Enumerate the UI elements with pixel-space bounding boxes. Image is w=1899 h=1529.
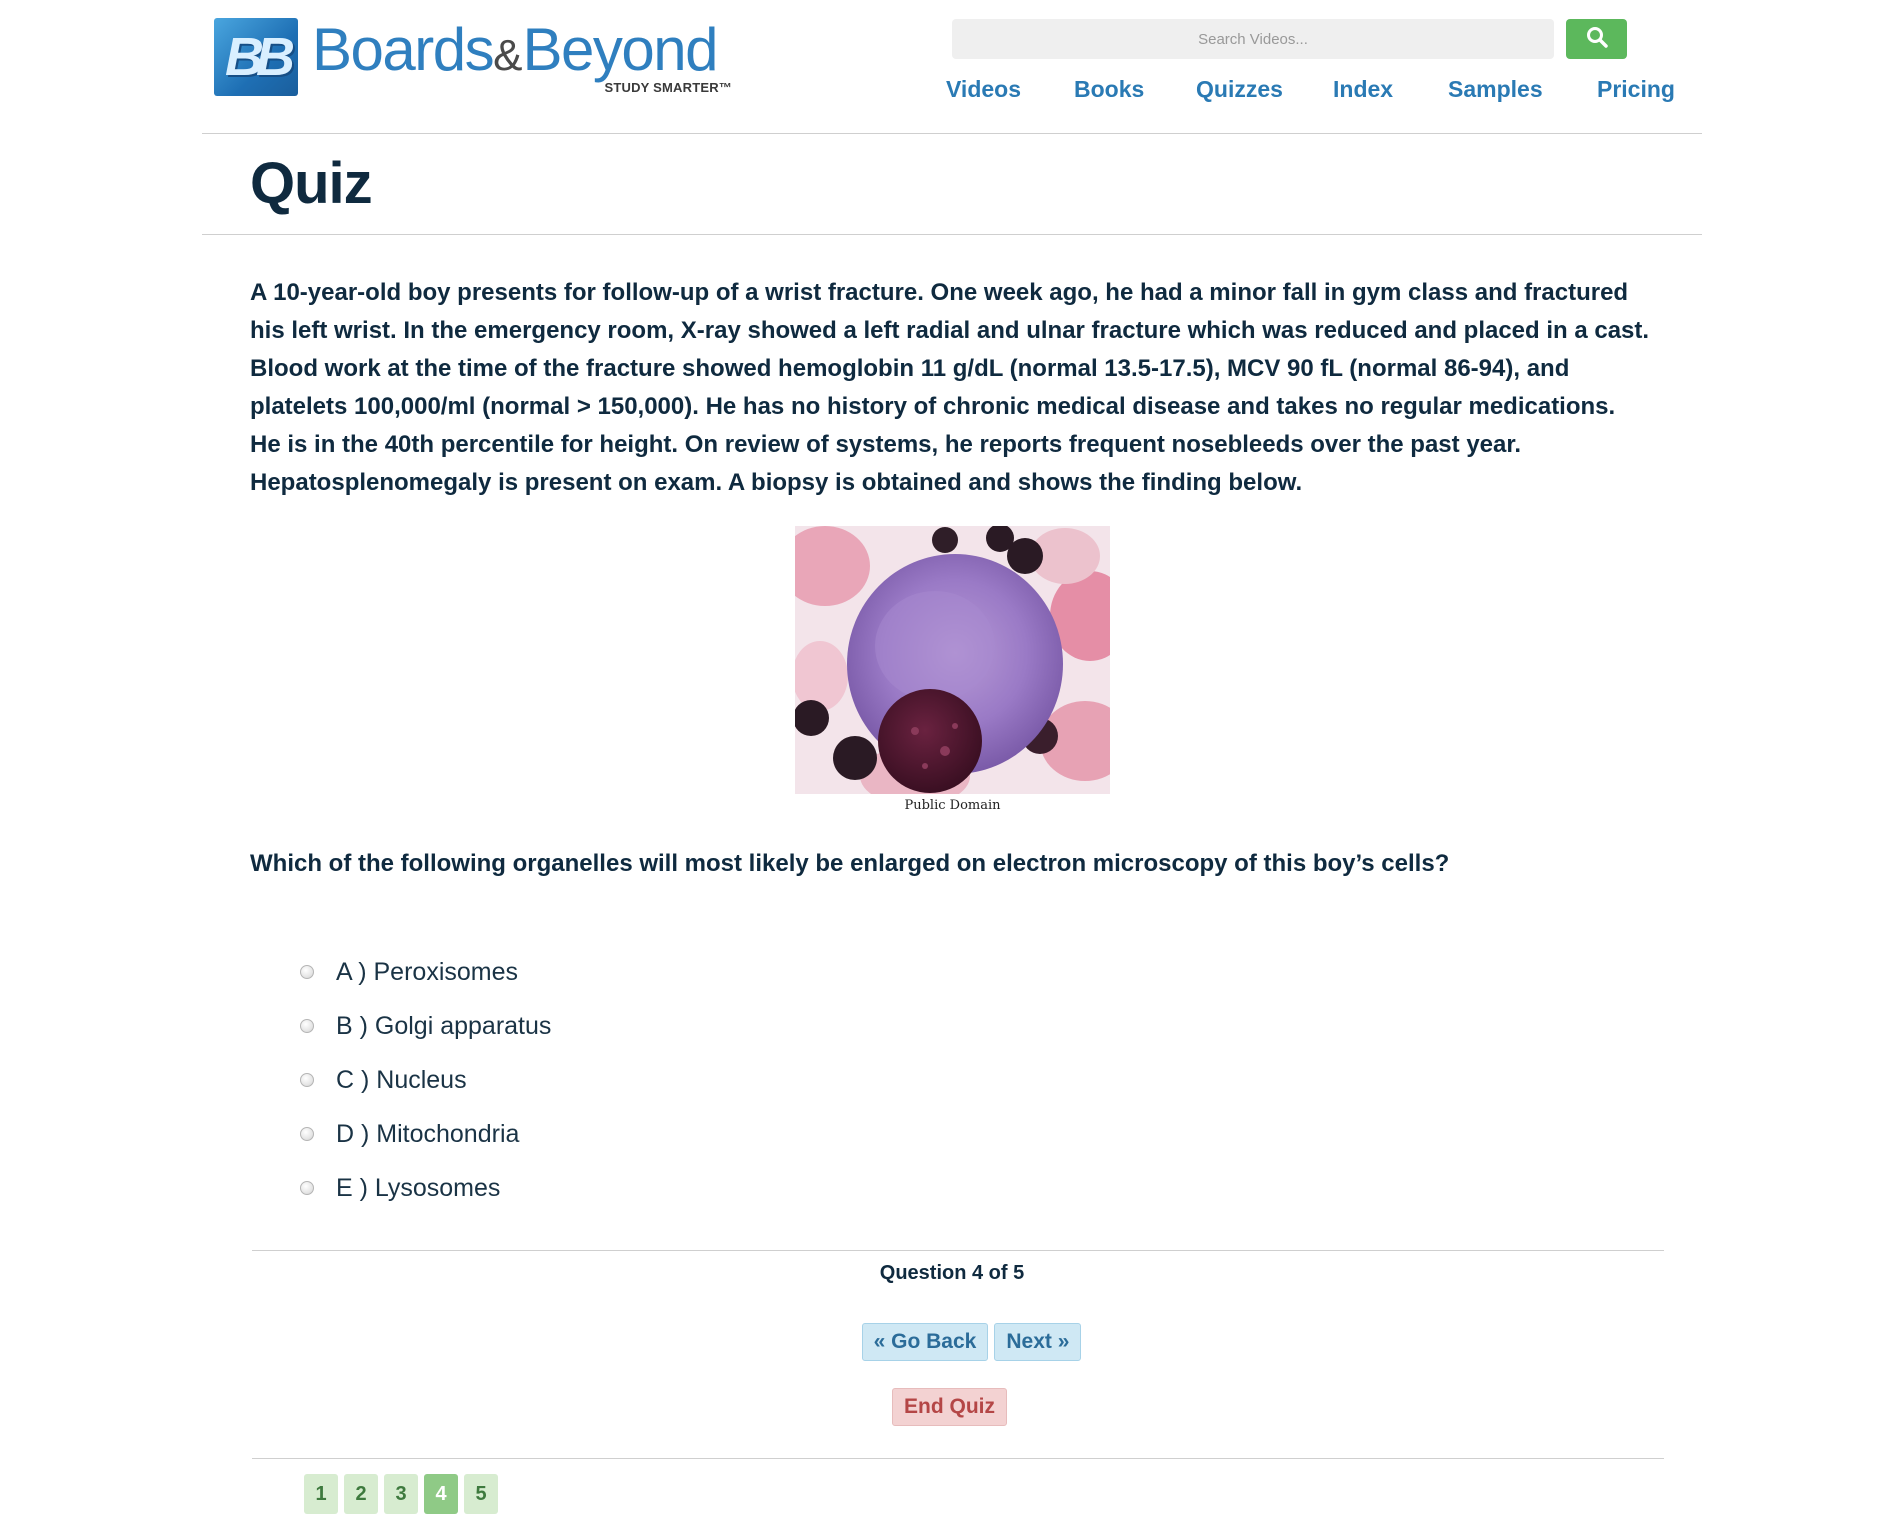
page-4-button[interactable]: 4 — [424, 1474, 458, 1514]
question-prompt: Which of the following organelles will m… — [250, 850, 1450, 877]
image-caption: Public Domain — [904, 798, 1001, 813]
question-pagination: 1 2 3 4 5 — [304, 1474, 498, 1514]
logo-mark: BB — [214, 18, 298, 96]
logo-word-amp: & — [493, 31, 523, 80]
biopsy-image — [795, 526, 1110, 794]
option-a[interactable]: A ) Peroxisomes — [300, 945, 551, 999]
option-c[interactable]: C ) Nucleus — [300, 1053, 551, 1107]
logo-word-right: Beyond — [522, 16, 718, 83]
logo-wordmark: Boards&Beyond STUDY SMARTER™ — [312, 16, 732, 96]
question-stem: A 10-year-old boy presents for follow-up… — [250, 279, 1650, 496]
header-divider — [202, 133, 1702, 134]
page-5-button[interactable]: 5 — [464, 1474, 498, 1514]
question-progress: Question 4 of 5 — [879, 1262, 1025, 1284]
brand-logo[interactable]: BB Boards&Beyond STUDY SMARTER™ — [214, 18, 732, 98]
option-e-radio[interactable] — [300, 1181, 314, 1195]
go-back-button[interactable]: « Go Back — [861, 1323, 989, 1361]
nav-samples[interactable]: Samples — [1448, 76, 1543, 103]
option-b-label: B ) Golgi apparatus — [336, 1011, 552, 1040]
option-a-radio[interactable] — [300, 965, 314, 979]
search-icon — [1585, 25, 1609, 54]
page-title: Quiz — [250, 151, 373, 216]
option-a-label: A ) Peroxisomes — [336, 957, 519, 986]
page-3-button[interactable]: 3 — [384, 1474, 418, 1514]
logo-word-left: Boards — [312, 16, 495, 83]
page-2-button[interactable]: 2 — [344, 1474, 378, 1514]
nav-index[interactable]: Index — [1333, 76, 1393, 103]
search-input[interactable] — [952, 19, 1554, 59]
option-d-radio[interactable] — [300, 1127, 314, 1141]
option-c-radio[interactable] — [300, 1073, 314, 1087]
nav-books[interactable]: Books — [1074, 76, 1144, 103]
title-divider — [202, 234, 1702, 235]
option-b[interactable]: B ) Golgi apparatus — [300, 999, 551, 1053]
option-d[interactable]: D ) Mitochondria — [300, 1107, 551, 1161]
options-divider — [252, 1250, 1664, 1251]
option-e-label: E ) Lysosomes — [336, 1173, 501, 1202]
next-button[interactable]: Next » — [994, 1323, 1082, 1361]
page-1-button[interactable]: 1 — [304, 1474, 338, 1514]
nav-quizzes[interactable]: Quizzes — [1196, 76, 1283, 103]
option-d-label: D ) Mitochondria — [336, 1119, 520, 1148]
quiz-nav-buttons: « Go Back Next » — [0, 1323, 1899, 1361]
nav-videos[interactable]: Videos — [946, 76, 1021, 103]
logo-tagline: STUDY SMARTER™ — [604, 80, 732, 95]
option-e[interactable]: E ) Lysosomes — [300, 1161, 551, 1215]
nav-pricing[interactable]: Pricing — [1597, 76, 1675, 103]
end-quiz-button[interactable]: End Quiz — [892, 1388, 1007, 1426]
option-b-radio[interactable] — [300, 1019, 314, 1033]
search-button[interactable] — [1566, 19, 1627, 59]
pagination-divider — [252, 1458, 1664, 1459]
option-c-label: C ) Nucleus — [336, 1065, 467, 1094]
answer-options: A ) Peroxisomes B ) Golgi apparatus C ) … — [300, 945, 551, 1215]
